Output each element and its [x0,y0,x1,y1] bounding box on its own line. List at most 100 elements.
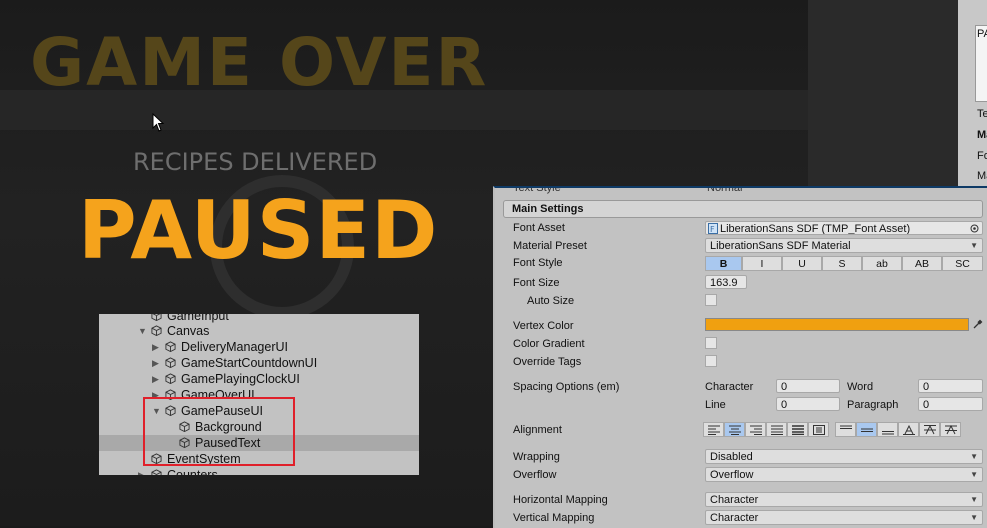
chevron-down-icon: ▼ [970,470,978,479]
color-gradient-checkbox[interactable] [705,337,717,349]
hierarchy-item-label: DeliveryManagerUI [181,340,288,354]
chevron-down-icon: ▼ [970,241,978,250]
override-tags-label: Override Tags [513,356,582,368]
align-middle-button[interactable] [856,422,877,437]
vertical-mapping-label: Vertical Mapping [513,512,595,524]
font-style-underline-button[interactable]: U [782,256,822,271]
mouse-cursor-icon [152,113,165,132]
font-style-label: Font Style [513,257,563,269]
horizontal-mapping-dropdown[interactable]: Character ▼ [705,492,983,507]
hierarchy-item-label: Counters [167,468,218,475]
font-style-strikethrough-button[interactable]: S [822,256,862,271]
hierarchy-item-deliverymanagerui[interactable]: ▶ DeliveryManagerUI [99,339,419,355]
font-size-label: Font Size [513,277,560,289]
chevron-down-icon: ▼ [970,495,978,504]
align-top-icon [840,425,852,429]
align-right-icon [750,425,762,435]
align-justified-button[interactable] [766,422,787,437]
vertex-color-label: Vertex Color [513,320,574,332]
gameobject-icon [165,341,176,352]
expand-arrow-icon[interactable]: ▶ [152,355,162,371]
font-size-field[interactable]: 163.9 [705,275,747,289]
expand-arrow-icon[interactable]: ▶ [152,371,162,387]
font-asset-icon: F [708,223,718,234]
align-left-button[interactable] [703,422,724,437]
font-asset-field[interactable]: F LiberationSans SDF (TMP_Font Asset) [705,221,983,235]
spacing-options-label: Spacing Options (em) [513,381,620,393]
overflow-dropdown[interactable]: Overflow ▼ [705,467,983,482]
align-geometry-icon [813,425,825,435]
recipes-delivered-text: RECIPES DELIVERED [133,148,378,176]
horizontal-mapping-label: Horizontal Mapping [513,494,608,506]
align-justified-icon [771,425,783,435]
align-top-button[interactable] [835,422,856,437]
material-preset-value: LiberationSans SDF Material [710,240,851,252]
hierarchy-item-gamestartcountdownui[interactable]: ▶ GameStartCountdownUI [99,355,419,371]
override-tags-checkbox[interactable] [705,355,717,367]
gameobject-icon [165,373,176,384]
font-asset-value: LiberationSans SDF (TMP_Font Asset) [720,223,911,235]
overflow-value: Overflow [710,469,754,481]
font-style-uppercase-button[interactable]: AB [902,256,942,271]
align-midline-icon [924,425,936,435]
align-geometry-center-button[interactable] [808,422,829,437]
expand-arrow-icon[interactable]: ▶ [138,467,148,475]
hierarchy-item-gameplayingclockui[interactable]: ▶ GamePlayingClockUI [99,371,419,387]
main-settings-header[interactable]: Main Settings [503,200,983,218]
panel-row-label: Te [977,108,987,120]
object-picker-icon[interactable] [970,224,979,233]
wrapping-value: Disabled [710,451,753,463]
align-bottom-button[interactable] [877,422,898,437]
svg-text:F: F [710,225,715,234]
word-spacing-field[interactable]: 0 [918,379,983,393]
align-midline-button[interactable] [919,422,940,437]
hierarchy-item-counters[interactable]: ▶ Counters [99,467,419,475]
wrapping-label: Wrapping [513,451,560,463]
eyedropper-icon[interactable] [972,319,983,330]
expand-arrow-icon[interactable]: ▶ [152,339,162,355]
font-style-bold-button[interactable]: B [705,256,742,271]
paused-text: PAUSED [78,184,439,277]
expand-arrow-icon[interactable]: ▼ [138,323,148,339]
panel-row-label: Ma [977,170,987,182]
align-middle-icon [861,428,873,432]
text-style-value[interactable]: Normal [707,188,742,194]
chevron-down-icon: ▼ [970,513,978,522]
align-left-icon [708,425,720,435]
align-right-button[interactable] [745,422,766,437]
align-baseline-icon [903,425,915,435]
font-asset-label: Font Asset [513,222,565,234]
highlight-box [143,397,295,466]
alignment-label: Alignment [513,424,562,436]
main-settings-label: Main Settings [512,203,584,215]
panel-row-label: Ma [977,129,987,141]
hierarchy-item-label: GameStartCountdownUI [181,356,318,370]
hierarchy-item-label: Canvas [167,324,210,338]
font-style-smallcaps-button[interactable]: SC [942,256,983,271]
line-spacing-field[interactable]: 0 [776,397,840,411]
align-center-button[interactable] [724,422,745,437]
align-baseline-button[interactable] [898,422,919,437]
vertical-mapping-dropdown[interactable]: Character ▼ [705,510,983,525]
font-style-lowercase-button[interactable]: ab [862,256,902,271]
text-input-value: PA [977,28,987,40]
auto-size-label: Auto Size [527,295,575,307]
gameobject-icon [151,325,162,336]
character-spacing-field[interactable]: 0 [776,379,840,393]
character-spacing-label: Character [705,381,754,393]
material-preset-label: Material Preset [513,240,587,252]
vertex-color-swatch[interactable] [705,318,969,331]
align-flush-icon [792,425,804,435]
auto-size-checkbox[interactable] [705,294,717,306]
overflow-label: Overflow [513,469,557,481]
font-style-italic-button[interactable]: I [742,256,782,271]
wrapping-dropdown[interactable]: Disabled ▼ [705,449,983,464]
paragraph-spacing-label: Paragraph [847,399,899,411]
gameobject-icon [151,314,162,321]
hierarchy-item-canvas[interactable]: ▼ Canvas [99,323,419,339]
paragraph-spacing-field[interactable]: 0 [918,397,983,411]
material-preset-dropdown[interactable]: LiberationSans SDF Material ▼ [705,238,983,253]
align-flush-button[interactable] [787,422,808,437]
align-capline-button[interactable] [940,422,961,437]
align-center-icon [729,425,741,435]
